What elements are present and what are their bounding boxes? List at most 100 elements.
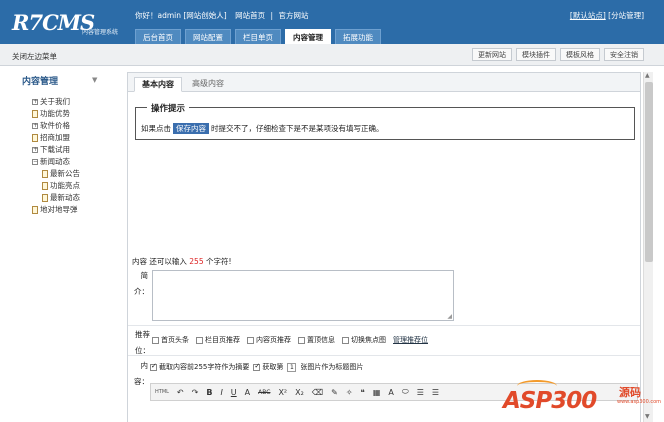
top-header: R7CMS 内容管理系统 你好！admin [网站创始人] 网站首页 | 官方网… [0, 0, 664, 44]
italic-button[interactable]: I [220, 388, 222, 397]
recommend-home-headline[interactable]: 首页头条 [152, 335, 189, 345]
tip-text: 如果点击 保存内容 时提交不了，仔细检查下是不是某项没有填写正确。 [141, 123, 384, 134]
unordered-list-button[interactable]: ☰ [432, 388, 439, 397]
watermark-yuan: 源码 [619, 386, 641, 399]
folder-plus-icon[interactable]: + [32, 99, 38, 105]
paste-plain-icon[interactable]: ▦ [373, 388, 381, 397]
tree-item-missile[interactable]: 地对地导弹 [32, 204, 80, 216]
auto-format-icon[interactable]: ✧ [346, 388, 353, 397]
font-border-button[interactable]: A [245, 388, 250, 397]
template-style-button[interactable]: 模板风格 [560, 48, 600, 61]
page-icon [32, 134, 38, 142]
recommend-options: 首页头条 栏目页推荐 内容页推荐 置顶信息 切换焦点图 管理推荐位 [152, 335, 428, 345]
clear-format-icon[interactable]: ⌫ [312, 388, 323, 397]
recommend-focus-slider[interactable]: 切换焦点图 [342, 335, 386, 345]
module-plugins-button[interactable]: 模块插件 [516, 48, 556, 61]
page-icon [42, 182, 48, 190]
update-site-button[interactable]: 更新网站 [472, 48, 512, 61]
ordered-list-button[interactable]: ☰ [417, 388, 424, 397]
welcome-bar: 你好！admin [网站创始人] 网站首页 | 官方网站 [135, 11, 309, 20]
html-source-button[interactable]: HTML [155, 389, 169, 395]
nav-tab-site-config[interactable]: 网站配置 [185, 29, 231, 44]
undo-icon[interactable]: ↶ [177, 388, 184, 397]
content-tabs: 基本内容 高级内容 [128, 73, 640, 92]
get-image-checkbox[interactable]: 获取第 [253, 362, 283, 372]
collapse-arrow-icon[interactable]: ▼ [92, 76, 97, 84]
tab-basic-content[interactable]: 基本内容 [134, 77, 182, 92]
switch-site-link[interactable]: [分站管理] [608, 11, 644, 20]
default-site-link[interactable]: [默认站点] [570, 11, 606, 20]
scroll-thumb[interactable] [645, 82, 653, 262]
blockquote-icon[interactable]: ❝ [361, 388, 365, 397]
logout-button[interactable]: 安全注销 [604, 48, 644, 61]
underline-button[interactable]: U [231, 388, 237, 397]
category-tree: + 关于我们 功能优势 + 软件价格 招商加盟 + 下载试用 − 新闻动态 最新公告 功… [32, 96, 80, 216]
strikethrough-button[interactable]: ABC [258, 389, 270, 396]
tree-item-announcements[interactable]: 最新公告 [32, 168, 80, 180]
watermark-url: www.asp300.com [617, 399, 662, 405]
format-brush-icon[interactable]: ✎ [331, 388, 338, 397]
font-color-button[interactable]: A [388, 388, 393, 397]
char-count-hint: 内容 还可以输入 255 个字符! [132, 257, 232, 266]
sidebar: 内容管理 ▼ + 关于我们 功能优势 + 软件价格 招商加盟 + 下载试用 − 新闻动态… [0, 67, 118, 422]
content-panel: 基本内容 高级内容 操作提示 如果点击 保存内容 时提交不了，仔细检查下是不是某项没… [127, 72, 641, 422]
page-icon [32, 110, 38, 118]
nav-tab-dashboard[interactable]: 后台首页 [135, 29, 181, 44]
recommend-content-page[interactable]: 内容页推荐 [247, 335, 291, 345]
highlight-color-button[interactable]: ⬭ [402, 387, 409, 397]
tree-item-franchise[interactable]: 招商加盟 [32, 132, 80, 144]
toolbar-buttons: 更新网站 模块插件 模板风格 安全注销 [472, 48, 644, 61]
close-left-menu[interactable]: 关闭左边菜单 [12, 51, 57, 62]
image-index-input[interactable]: 1 [287, 362, 297, 372]
divider [128, 355, 640, 356]
nav-tab-content[interactable]: 内容管理 [285, 29, 331, 44]
folder-minus-icon[interactable]: − [32, 159, 38, 165]
vertical-scrollbar[interactable]: ▲ ▼ [643, 72, 653, 422]
save-content-highlight: 保存内容 [173, 123, 209, 134]
bold-button[interactable]: B [206, 388, 212, 397]
content-label: 内 容： [134, 361, 149, 386]
watermark-brand: ASP300 [503, 388, 597, 414]
page-icon [32, 206, 38, 214]
divider [128, 325, 640, 326]
recommend-label: 推荐 位： [135, 330, 150, 355]
tip-title: 操作提示 [147, 102, 190, 114]
welcome-text: 你好！admin [网站创始人] [135, 11, 227, 20]
summary-textarea[interactable]: ◢ [152, 270, 454, 321]
folder-plus-icon[interactable]: + [32, 147, 38, 153]
nav-tab-columns[interactable]: 栏目单页 [235, 29, 281, 44]
operation-tip-box: 操作提示 如果点击 保存内容 时提交不了，仔细检查下是不是某项没有填写正确。 [135, 102, 635, 140]
manage-recommend-link[interactable]: 管理推荐位 [393, 335, 428, 345]
main-nav: 后台首页 网站配置 栏目单页 内容管理 拓展功能 [135, 29, 381, 44]
content-options: 截取内容前255字符作为摘要 获取第 1 张图片作为标题图片 [150, 362, 363, 372]
remaining-char-count: 255 [189, 257, 204, 266]
logo-subtitle: 内容管理系统 [82, 29, 119, 36]
asp300-watermark: ASP300 源码 www.asp300.com [497, 380, 661, 420]
page-icon [42, 170, 48, 178]
tree-item-highlights[interactable]: 功能亮点 [32, 180, 80, 192]
site-links: [默认站点] [分站管理] [570, 10, 644, 21]
tree-item-pricing[interactable]: + 软件价格 [32, 120, 80, 132]
official-link[interactable]: 官方网站 [278, 11, 308, 20]
scroll-up-icon[interactable]: ▲ [645, 72, 650, 79]
page-icon [42, 194, 48, 202]
redo-icon[interactable]: ↷ [192, 388, 199, 397]
subscript-button[interactable]: X₂ [295, 388, 304, 397]
tree-item-download[interactable]: + 下载试用 [32, 144, 80, 156]
nav-tab-extensions[interactable]: 拓展功能 [335, 29, 381, 44]
resize-grip-icon[interactable]: ◢ [447, 313, 452, 320]
sidebar-title[interactable]: 内容管理 [22, 74, 58, 87]
tree-item-news[interactable]: − 新闻动态 [32, 156, 80, 168]
extract-summary-checkbox[interactable]: 截取内容前255字符作为摘要 [150, 362, 249, 372]
recommend-pinned[interactable]: 置顶信息 [298, 335, 335, 345]
tree-item-features[interactable]: 功能优势 [32, 108, 80, 120]
recommend-column-page[interactable]: 栏目页推荐 [196, 335, 240, 345]
tree-item-latest-news[interactable]: 最新动态 [32, 192, 80, 204]
home-link[interactable]: 网站首页 [235, 11, 265, 20]
summary-label: 简 介： [134, 271, 149, 296]
toolbar: 关闭左边菜单 更新网站 模块插件 模板风格 安全注销 [0, 44, 664, 66]
tab-advanced-content[interactable]: 高级内容 [185, 77, 231, 92]
folder-plus-icon[interactable]: + [32, 123, 38, 129]
superscript-button[interactable]: X² [278, 388, 287, 397]
tree-item-about[interactable]: + 关于我们 [32, 96, 80, 108]
